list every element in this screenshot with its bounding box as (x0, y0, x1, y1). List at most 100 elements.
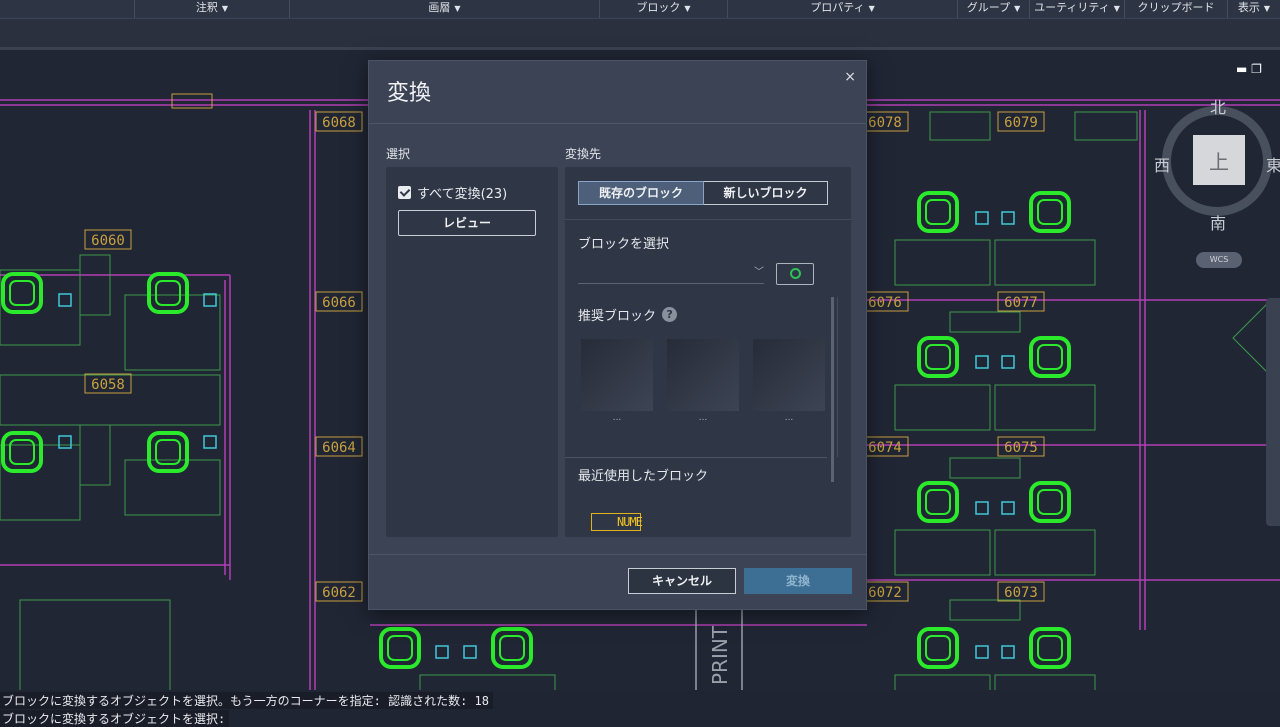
convert-all-checkbox[interactable]: すべて変換(23) (398, 183, 507, 202)
ribbon-panel-utilities[interactable]: ユーティリティ ▼ (1030, 0, 1125, 18)
preview-button[interactable]: レビュー (398, 210, 536, 236)
compass-east[interactable]: 東 (1266, 152, 1280, 176)
office-chair-seat (9, 280, 35, 306)
office-chair (1029, 336, 1071, 378)
divider (565, 457, 827, 458)
wcs-menu[interactable]: WCS (1196, 252, 1242, 268)
ribbon-panel-label: プロパティ (810, 1, 865, 14)
room-number: 6074 (868, 440, 902, 456)
ribbon-panel-clipboard[interactable]: クリップボード (1125, 0, 1228, 18)
chevron-down-icon[interactable]: ﹀ (754, 263, 764, 278)
thumbnail-caption: ... (698, 413, 708, 423)
room-number: 6060 (91, 233, 125, 249)
desk-outline (79, 424, 111, 486)
recommended-blocks-header: 推奨ブロック ? (578, 305, 678, 324)
ribbon-panel-label: 表示 (1237, 1, 1260, 14)
compass-north[interactable]: 北 (1210, 94, 1226, 118)
desk-outline (894, 674, 991, 690)
viewport-window-controls[interactable]: ▬ ❐ (1236, 62, 1262, 76)
ribbon-panel-block[interactable]: ブロック ▼ (600, 0, 728, 18)
desk-outline (949, 599, 1021, 621)
desk-outline (929, 111, 991, 141)
phone-symbol (203, 435, 217, 449)
office-chair (1029, 627, 1071, 669)
command-history-line: ブロックに変換するオブジェクトを選択。もう一方のコーナーを指定: 認識された数:… (0, 692, 493, 709)
desk-outline (19, 599, 171, 690)
divider (369, 554, 866, 555)
close-icon[interactable]: × (844, 69, 856, 85)
desk-outline (994, 384, 1096, 431)
office-chair-seat (1037, 489, 1063, 515)
chevron-down-icon: ▼ (1263, 4, 1271, 13)
stair-symbol (1232, 301, 1269, 375)
office-chair-seat (155, 280, 181, 306)
room-number: 6058 (91, 377, 125, 393)
pick-block-button[interactable] (776, 263, 814, 285)
room-number: 6078 (868, 115, 902, 131)
phone-symbol (975, 501, 989, 515)
phone-symbol (435, 645, 449, 659)
office-chair (917, 481, 959, 523)
command-line[interactable]: ブロックに変換するオブジェクトを選択。もう一方のコーナーを指定: 認識された数:… (0, 690, 1280, 727)
ribbon-panel-group[interactable]: グループ ▼ (958, 0, 1030, 18)
phone-symbol (975, 211, 989, 225)
office-chair-seat (1037, 344, 1063, 370)
room-number: 6068 (322, 115, 356, 131)
room-number: 6066 (322, 295, 356, 311)
file-tab-bar (0, 19, 1280, 50)
desk-outline (894, 529, 991, 576)
room-number: 6077 (1004, 295, 1038, 311)
restore-icon[interactable]: ❐ (1251, 62, 1262, 76)
convert-button[interactable]: 変換 (744, 568, 852, 594)
room-number: 6062 (322, 585, 356, 601)
chevron-down-icon: ▼ (684, 4, 691, 13)
compass-west[interactable]: 西 (1154, 152, 1170, 176)
recommended-block-thumbnail[interactable] (667, 339, 739, 411)
thumbnail-caption: ... (612, 413, 622, 423)
cancel-button[interactable]: キャンセル (628, 568, 736, 594)
viewcube[interactable]: 北 南 西 東 上 (1154, 94, 1280, 233)
office-chair (147, 431, 189, 473)
convert-dialog: 変換 × 選択 変換先 すべて変換(23) レビュー 既存のブロック 新しいブロ… (368, 60, 867, 610)
desk-outline (419, 674, 556, 690)
ribbon-panel-view[interactable]: 表示 ▼ (1228, 0, 1280, 18)
block-select-dropdown[interactable]: ﹀ (578, 263, 764, 284)
recent-block-name: NUME (617, 515, 643, 529)
phone-symbol (1001, 645, 1015, 659)
office-chair-seat (925, 489, 951, 515)
desk-outline (949, 457, 1021, 479)
chevron-down-icon: ▼ (221, 4, 229, 13)
ribbon-panel-label: 注釈 (195, 1, 218, 14)
phone-symbol (463, 645, 477, 659)
office-chair (917, 627, 959, 669)
recommended-block-thumbnail[interactable] (581, 339, 653, 411)
minimize-icon[interactable]: ▬ (1236, 62, 1247, 76)
tab-new-block[interactable]: 新しいブロック (704, 181, 828, 205)
navigation-bar[interactable] (1266, 298, 1280, 526)
office-chair-seat (925, 344, 951, 370)
ribbon-panel-properties[interactable]: プロパティ ▼ (728, 0, 958, 18)
divider (369, 123, 866, 124)
compass-south[interactable]: 南 (1210, 210, 1226, 234)
convert-all-label: すべて変換(23) (417, 187, 508, 202)
thumbnail-caption: ... (784, 413, 794, 423)
checkbox-checked-icon[interactable] (398, 186, 411, 199)
scrollbar[interactable] (831, 297, 834, 482)
office-chair (917, 336, 959, 378)
chevron-down-icon: ▼ (1113, 4, 1120, 13)
desk-outline (1074, 111, 1138, 141)
office-chair (1029, 481, 1071, 523)
ribbon-panel-annotate[interactable]: 注釈 ▼ (135, 0, 290, 18)
door-tag (171, 93, 213, 109)
viewcube-top-face[interactable]: 上 (1193, 135, 1245, 185)
select-block-label: ブロックを選択 (578, 237, 670, 252)
ribbon-panel-layers[interactable]: 画層 ▼ (290, 0, 600, 18)
recommended-block-thumbnail[interactable] (753, 339, 825, 411)
office-chair (379, 627, 421, 669)
help-icon[interactable]: ? (662, 307, 678, 322)
tab-existing-block[interactable]: 既存のブロック (578, 181, 704, 205)
desk-outline (994, 529, 1096, 576)
office-chair (491, 627, 533, 669)
room-number: 6079 (1004, 115, 1038, 131)
ribbon-panel-label: ブロック (636, 1, 681, 14)
